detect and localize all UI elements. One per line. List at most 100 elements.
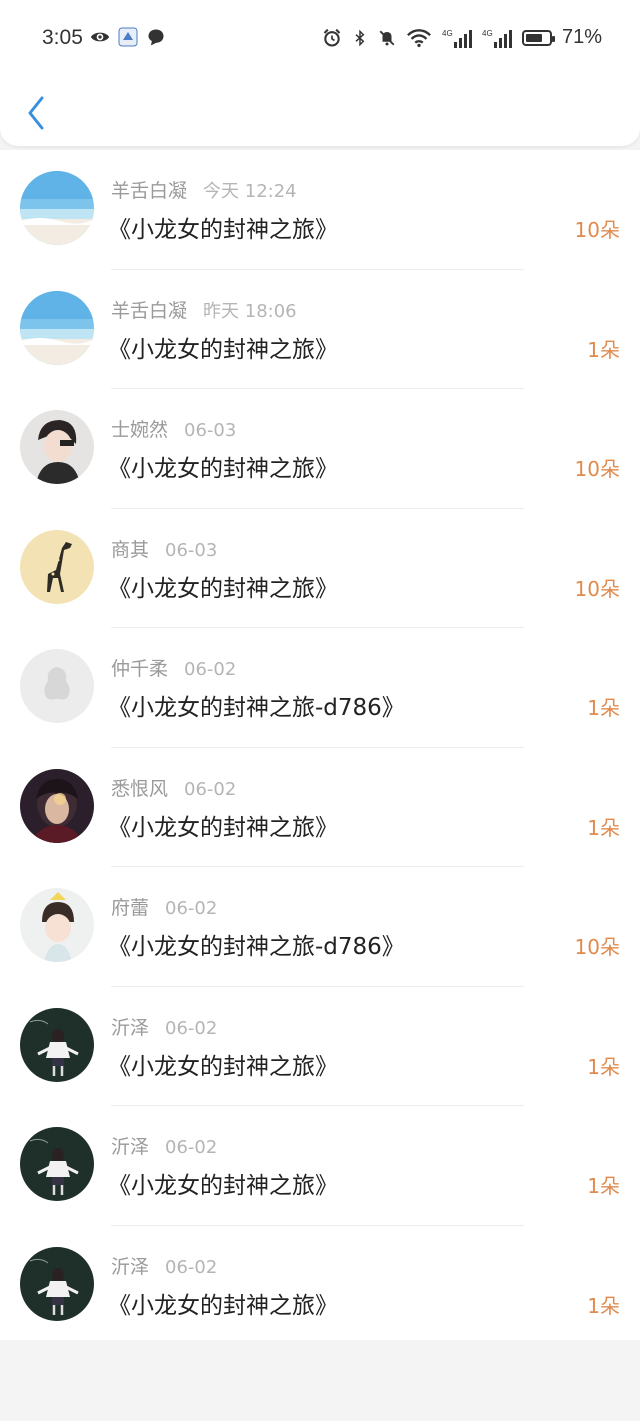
battery-percentage: 71% xyxy=(561,26,602,48)
avatar[interactable] xyxy=(20,1007,94,1082)
name-line: 士婉然 06-03 xyxy=(111,415,236,442)
timestamp: 昨天 18:06 xyxy=(203,300,297,322)
child-avatar-icon xyxy=(20,888,94,962)
gift-amount: 1朵 xyxy=(587,1293,620,1318)
book-title: 《小龙女的封神之旅》 xyxy=(108,217,338,243)
avatar[interactable] xyxy=(20,290,94,365)
avatar[interactable] xyxy=(20,171,94,245)
girl-avatar-icon xyxy=(20,1007,94,1082)
user-name: 府蕾 xyxy=(111,897,150,919)
list-item[interactable]: 商其 06-03 《小龙女的封神之旅》 10朵 xyxy=(0,509,640,628)
user-name: 商其 xyxy=(111,538,150,561)
user-name: 羊舌白凝 xyxy=(111,299,188,322)
name-line: 悉恨风 06-02 xyxy=(111,774,236,801)
gift-amount: 1朵 xyxy=(587,337,620,362)
gift-amount: 1朵 xyxy=(587,1174,620,1198)
beach-avatar-icon xyxy=(20,171,94,245)
book-title: 《小龙女的封神之旅》 xyxy=(108,1173,338,1199)
signal-4g-icon: 4G xyxy=(442,29,472,48)
name-line: 仲千柔 06-02 xyxy=(111,654,236,681)
book-title: 《小龙女的封神之旅》 xyxy=(108,1292,338,1319)
girl-avatar-icon xyxy=(20,1127,94,1201)
list-item[interactable]: 沂泽 06-02 《小龙女的封神之旅》 1朵 xyxy=(0,1226,640,1346)
gift-amount: 10朵 xyxy=(574,576,620,601)
eye-icon xyxy=(90,32,110,42)
battery-icon xyxy=(521,29,555,46)
alarm-icon xyxy=(323,28,341,47)
list-item[interactable]: 羊舌白凝 今天 12:24 《小龙女的封神之旅》 10朵 xyxy=(0,150,640,270)
list-item[interactable]: 悉恨风 06-02 《小龙女的封神之旅》 1朵 xyxy=(0,748,640,867)
status-left-icons xyxy=(90,27,166,47)
avatar[interactable] xyxy=(20,1127,94,1201)
avatar[interactable] xyxy=(20,888,94,962)
svg-text:4G: 4G xyxy=(482,29,493,38)
book-title: 《小龙女的封神之旅》 xyxy=(108,336,338,363)
book-title: 《小龙女的封神之旅-d786》 xyxy=(108,695,405,721)
timestamp: 06-02 xyxy=(165,898,218,919)
avatar[interactable] xyxy=(20,529,94,604)
list-item[interactable]: 沂泽 06-02 《小龙女的封神之旅》 1朵 xyxy=(0,1106,640,1226)
chevron-left-icon xyxy=(28,96,44,130)
list-item[interactable]: 士婉然 06-03 《小龙女的封神之旅》 10朵 xyxy=(0,389,640,509)
book-title: 《小龙女的封神之旅》 xyxy=(108,575,338,602)
book-title: 《小龙女的封神之旅-d786》 xyxy=(108,934,405,960)
chat-bubble-icon xyxy=(148,29,164,46)
user-name: 沂泽 xyxy=(111,1136,150,1158)
timestamp: 06-02 xyxy=(184,778,237,800)
timestamp: 06-02 xyxy=(165,1137,218,1158)
back-button[interactable] xyxy=(22,94,50,132)
user-name: 悉恨风 xyxy=(111,777,169,800)
default-avatar-icon xyxy=(20,649,94,723)
name-line: 羊舌白凝 今天 12:24 xyxy=(111,176,297,203)
timestamp: 今天 12:24 xyxy=(203,181,297,202)
beach-avatar-icon xyxy=(20,290,94,365)
battery-level xyxy=(525,33,542,42)
avatar[interactable] xyxy=(20,1246,94,1321)
gift-amount: 1朵 xyxy=(587,1054,620,1079)
book-title: 《小龙女的封神之旅》 xyxy=(108,456,338,482)
portrait-avatar-icon xyxy=(20,768,94,843)
timestamp: 06-02 xyxy=(184,659,237,680)
gift-amount: 10朵 xyxy=(574,457,620,481)
header-bar xyxy=(0,78,640,146)
avatar[interactable] xyxy=(20,410,94,484)
name-line: 沂泽 06-02 xyxy=(111,1252,217,1279)
name-line: 商其 06-03 xyxy=(111,535,217,562)
status-bar: 3:05 4G 4G 71% xyxy=(0,0,640,78)
gift-amount: 1朵 xyxy=(587,696,620,720)
boy-avatar-icon xyxy=(20,410,94,484)
mute-icon xyxy=(379,30,395,45)
timestamp: 06-03 xyxy=(184,420,237,441)
gift-record-list: 羊舌白凝 今天 12:24 《小龙女的封神之旅》 10朵 羊舌白凝 昨天 18:06… xyxy=(0,150,640,1340)
gift-amount: 10朵 xyxy=(574,935,620,959)
user-name: 沂泽 xyxy=(111,1255,150,1278)
user-name: 羊舌白凝 xyxy=(111,180,188,202)
wifi-icon xyxy=(407,28,431,47)
list-item[interactable]: 沂泽 06-02 《小龙女的封神之旅》 1朵 xyxy=(0,987,640,1106)
book-title: 《小龙女的封神之旅》 xyxy=(108,1053,338,1080)
timestamp: 06-02 xyxy=(165,1017,218,1039)
user-name: 仲千柔 xyxy=(111,658,169,680)
timestamp: 06-02 xyxy=(165,1256,218,1278)
name-line: 府蕾 06-02 xyxy=(111,893,217,920)
list-item[interactable]: 府蕾 06-02 《小龙女的封神之旅-d786》 10朵 xyxy=(0,867,640,987)
gift-amount: 1朵 xyxy=(587,815,620,840)
list-item[interactable]: 羊舌白凝 昨天 18:06 《小龙女的封神之旅》 1朵 xyxy=(0,270,640,389)
bluetooth-icon xyxy=(355,29,365,46)
svg-text:4G: 4G xyxy=(442,29,453,38)
signal-4g-icon: 4G xyxy=(482,29,512,48)
user-name: 沂泽 xyxy=(111,1016,150,1039)
app-badge-icon xyxy=(118,27,138,47)
user-name: 士婉然 xyxy=(111,419,169,441)
avatar[interactable] xyxy=(20,649,94,723)
status-time: 3:05 xyxy=(42,26,83,49)
name-line: 沂泽 06-02 xyxy=(111,1132,217,1159)
girl-avatar-icon xyxy=(20,1246,94,1321)
giraffe-avatar-icon xyxy=(20,529,94,604)
status-right-icons: 4G 4G 71% xyxy=(322,26,602,49)
avatar[interactable] xyxy=(20,768,94,843)
gift-amount: 10朵 xyxy=(574,218,620,242)
list-item[interactable]: 仲千柔 06-02 《小龙女的封神之旅-d786》 1朵 xyxy=(0,628,640,748)
book-title: 《小龙女的封神之旅》 xyxy=(108,814,338,841)
name-line: 沂泽 06-02 xyxy=(111,1013,217,1040)
